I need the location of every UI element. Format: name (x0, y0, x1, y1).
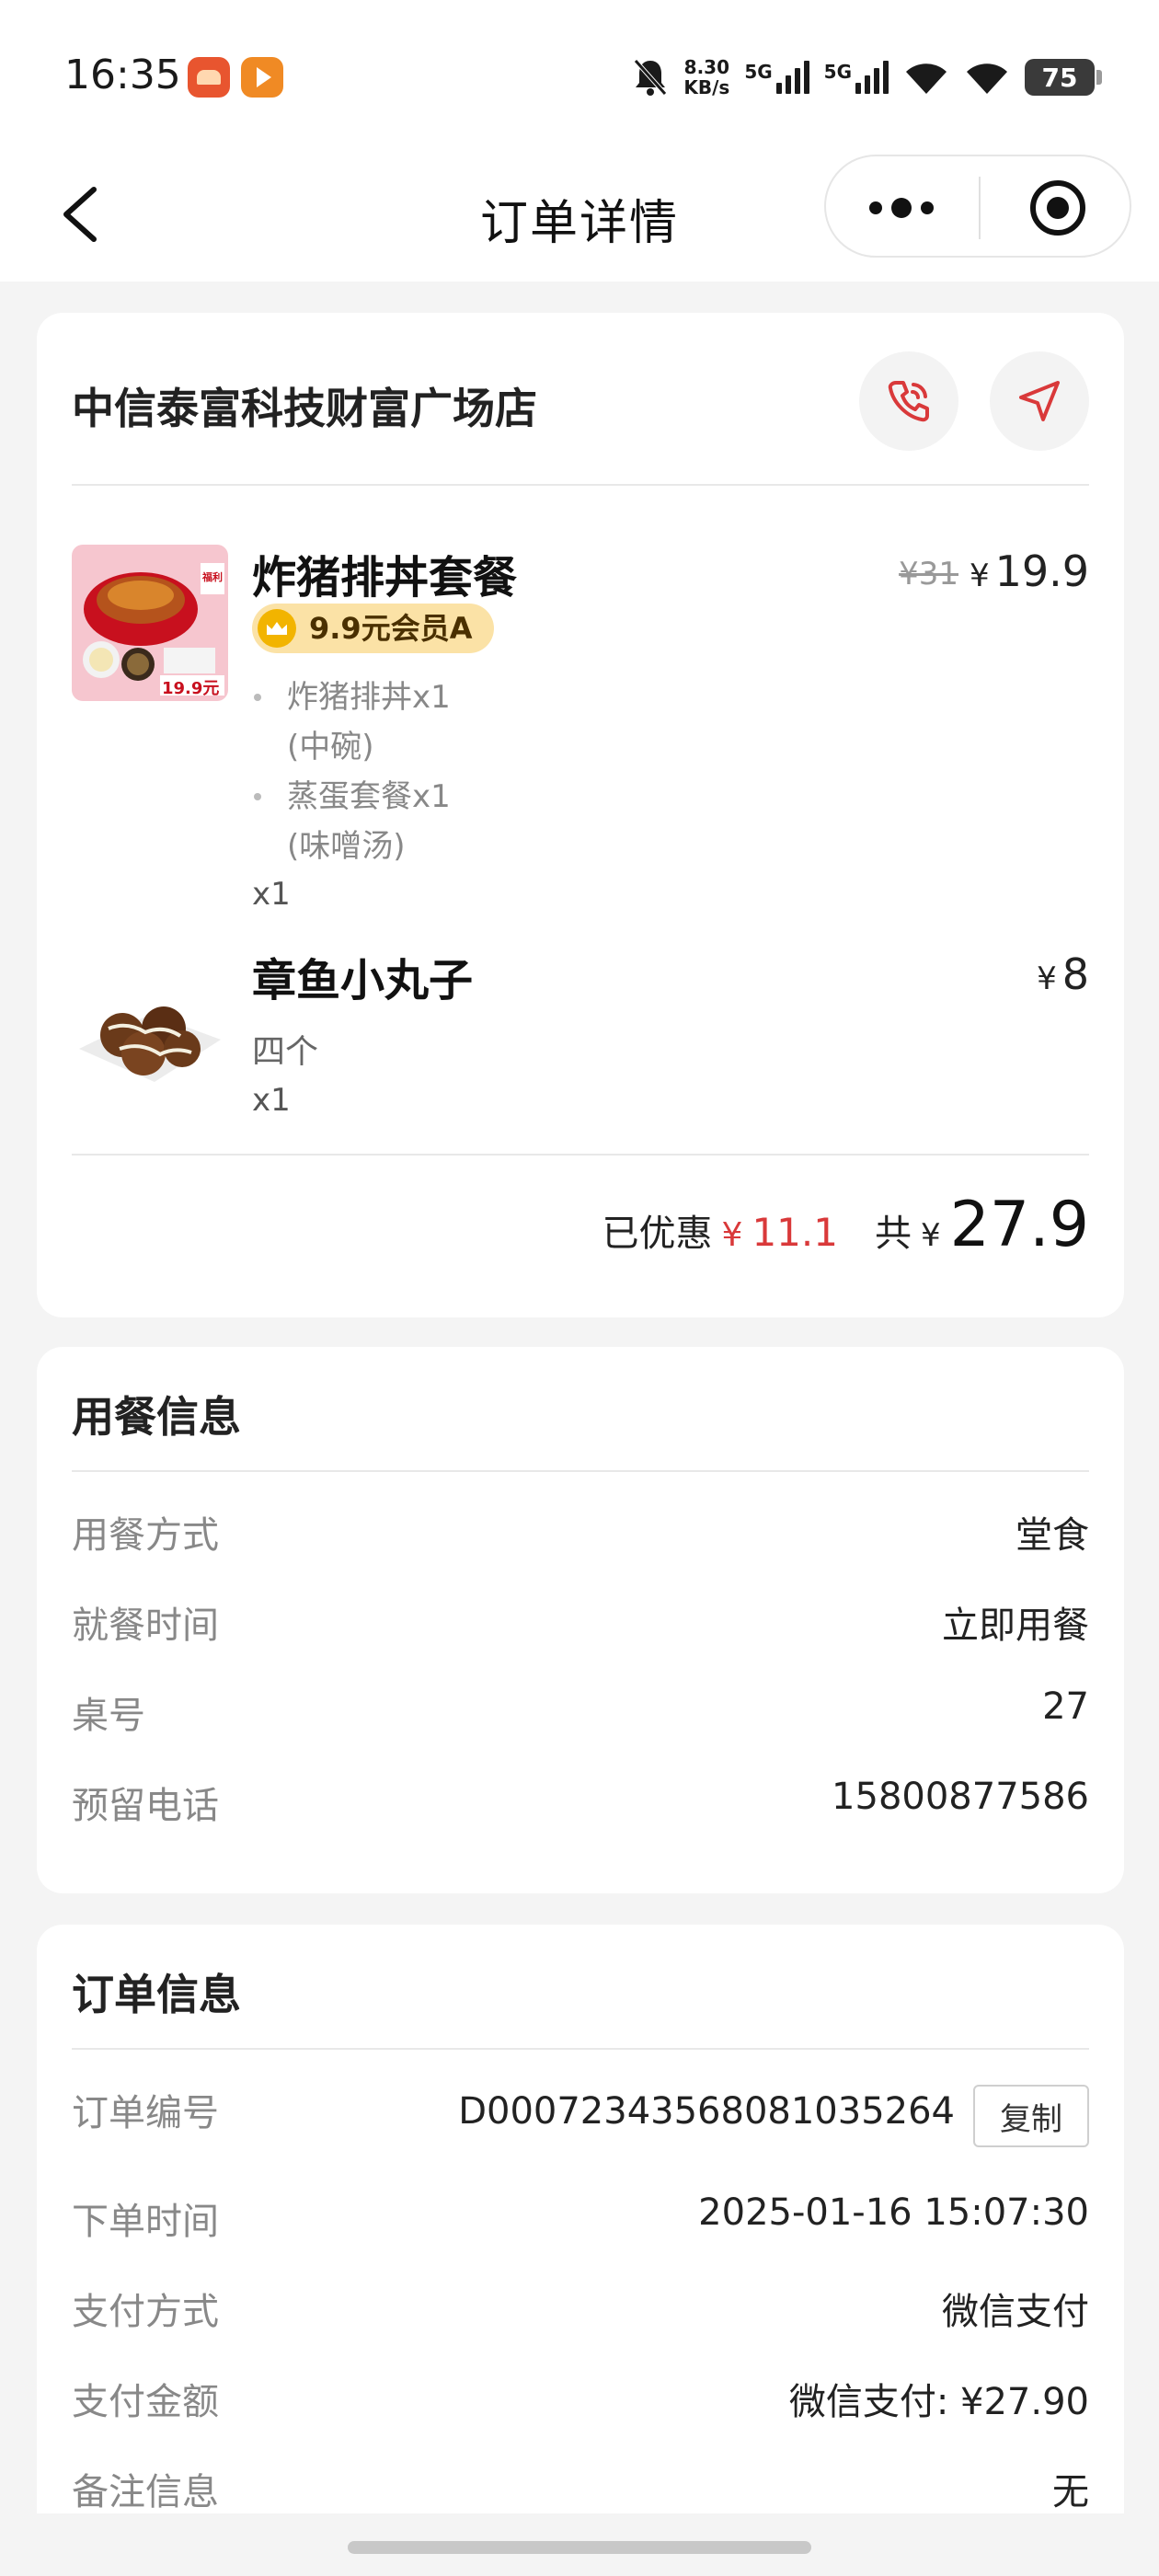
subitem-spec: (中碗) (287, 729, 374, 765)
sim1-label: 5G (744, 61, 773, 83)
item-quantity: x1 (252, 1082, 291, 1119)
payment-amount-value: 微信支付: ¥27.90 (788, 2381, 1089, 2423)
payment-method-value: 微信支付 (942, 2291, 1089, 2333)
battery-icon: 75 (1025, 59, 1102, 96)
subitem-name: 炸猪排丼x1 (287, 679, 451, 716)
dining-mode-label: 用餐方式 (72, 1514, 219, 1557)
home-indicator[interactable] (348, 2541, 811, 2554)
navigation-arrow-icon (1019, 381, 1060, 421)
currency-symbol: ¥ (1037, 960, 1057, 997)
sim2-label: 5G (823, 61, 852, 83)
thumb-price-text: 19.9元 (162, 679, 220, 698)
order-total-row: 已优惠 ¥ 11.1 共 ¥ 27.9 (602, 1189, 1089, 1261)
original-price: ¥31 (899, 556, 958, 592)
signal-bars-icon (855, 61, 889, 94)
section-title: 订单信息 (72, 1970, 241, 2019)
order-number-label: 订单编号 (72, 2092, 219, 2134)
network-speed-value: 8.30 (683, 56, 730, 78)
food-image (72, 948, 228, 1104)
subitem-spec: (味噌汤) (287, 828, 406, 865)
signal-bars-icon (775, 61, 809, 94)
dining-time-label: 就餐时间 (72, 1604, 219, 1647)
reserved-phone-label: 预留电话 (72, 1785, 219, 1827)
discount-amount: 11.1 (752, 1210, 838, 1255)
remark-label: 备注信息 (72, 2471, 219, 2513)
dining-info-card: 用餐信息 用餐方式 堂食 就餐时间 立即用餐 桌号 27 预留电话 158008… (37, 1347, 1124, 1893)
video-app-notification-icon (241, 57, 283, 98)
copy-button[interactable]: 复制 (973, 2085, 1089, 2147)
call-store-button[interactable] (859, 351, 958, 451)
item-thumbnail-pork-cutlet: 福利 19.9元 (72, 545, 228, 701)
crown-icon (258, 609, 296, 648)
total-currency: ¥ (920, 1217, 941, 1254)
item-price: ¥8 (1037, 949, 1089, 999)
thumb-badge-text: 福利 (202, 571, 223, 583)
bullet-dot (254, 694, 261, 701)
item-price-value: 19.9 (994, 546, 1089, 596)
divider (72, 484, 1089, 486)
item-thumbnail-takoyaki (72, 948, 228, 1104)
clock: 16:35 (64, 52, 181, 98)
close-target-icon[interactable] (1028, 178, 1087, 237)
order-number-value: D00072343568081035264 (458, 2090, 955, 2133)
mute-bell-icon (634, 59, 668, 96)
status-icons: 8.30 KB/s 5G 5G 75 (632, 52, 1102, 103)
member-tag: 9.9元会员A (252, 604, 495, 653)
store-name: 中信泰富科技财富广场店 (72, 384, 537, 433)
total-amount: 27.9 (949, 1189, 1089, 1261)
more-dots-icon[interactable] (865, 180, 938, 236)
order-items-card: 中信泰富科技财富广场店 福利 19.9元 炸猪排丼套餐 9.9元会员A ¥31 … (37, 313, 1124, 1317)
bullet-dot (254, 793, 261, 800)
reserved-phone-value: 15800877586 (832, 1776, 1089, 1818)
nav-bar: 订单详情 (0, 147, 1159, 282)
item-price: ¥19.9 (970, 546, 1089, 596)
network-speed-unit: KB/s (683, 76, 730, 98)
navigate-store-button[interactable] (990, 351, 1089, 451)
currency-symbol: ¥ (969, 558, 990, 594)
dining-mode-value: 堂食 (1016, 1514, 1089, 1557)
network-speed: 8.30 KB/s (683, 57, 729, 98)
section-title: 用餐信息 (72, 1392, 241, 1442)
status-bar: 16:35 8.30 KB/s 5G 5G 75 (0, 0, 1159, 147)
divider (72, 1470, 1089, 1472)
table-number-value: 27 (1042, 1685, 1089, 1728)
phone-icon (888, 381, 929, 422)
sim2-signal: 5G (824, 61, 889, 94)
mini-program-capsule (824, 155, 1131, 258)
item-spec: 四个 (252, 1033, 319, 1071)
item-name: 章鱼小丸子 (252, 955, 474, 1006)
order-time-value: 2025-01-16 15:07:30 (698, 2191, 1089, 2234)
item-quantity: x1 (252, 876, 291, 913)
app-notification-icon (188, 57, 230, 98)
subitem-name: 蒸蛋套餐x1 (287, 778, 451, 815)
capsule-divider (979, 177, 981, 239)
remark-value: 无 (1052, 2471, 1089, 2513)
wifi-icon (906, 63, 947, 94)
order-info-card: 订单信息 订单编号 D00072343568081035264 复制 下单时间 … (37, 1925, 1124, 2513)
dining-time-value: 立即用餐 (942, 1604, 1089, 1647)
sim1-signal: 5G (744, 61, 809, 94)
order-time-label: 下单时间 (72, 2201, 219, 2243)
wifi-icon (967, 63, 1007, 94)
payment-amount-label: 支付金额 (72, 2381, 219, 2423)
table-number-label: 桌号 (72, 1695, 145, 1737)
member-tag-label: 9.9元会员A (309, 611, 473, 646)
payment-method-label: 支付方式 (72, 2291, 219, 2333)
item-price-value: 8 (1061, 949, 1089, 999)
discount-label: 已优惠 (602, 1213, 713, 1255)
total-label: 共 (874, 1213, 912, 1255)
discount-currency: ¥ (721, 1216, 743, 1254)
divider (72, 2048, 1089, 2050)
item-name: 炸猪排丼套餐 (252, 552, 518, 604)
divider (72, 1154, 1089, 1156)
